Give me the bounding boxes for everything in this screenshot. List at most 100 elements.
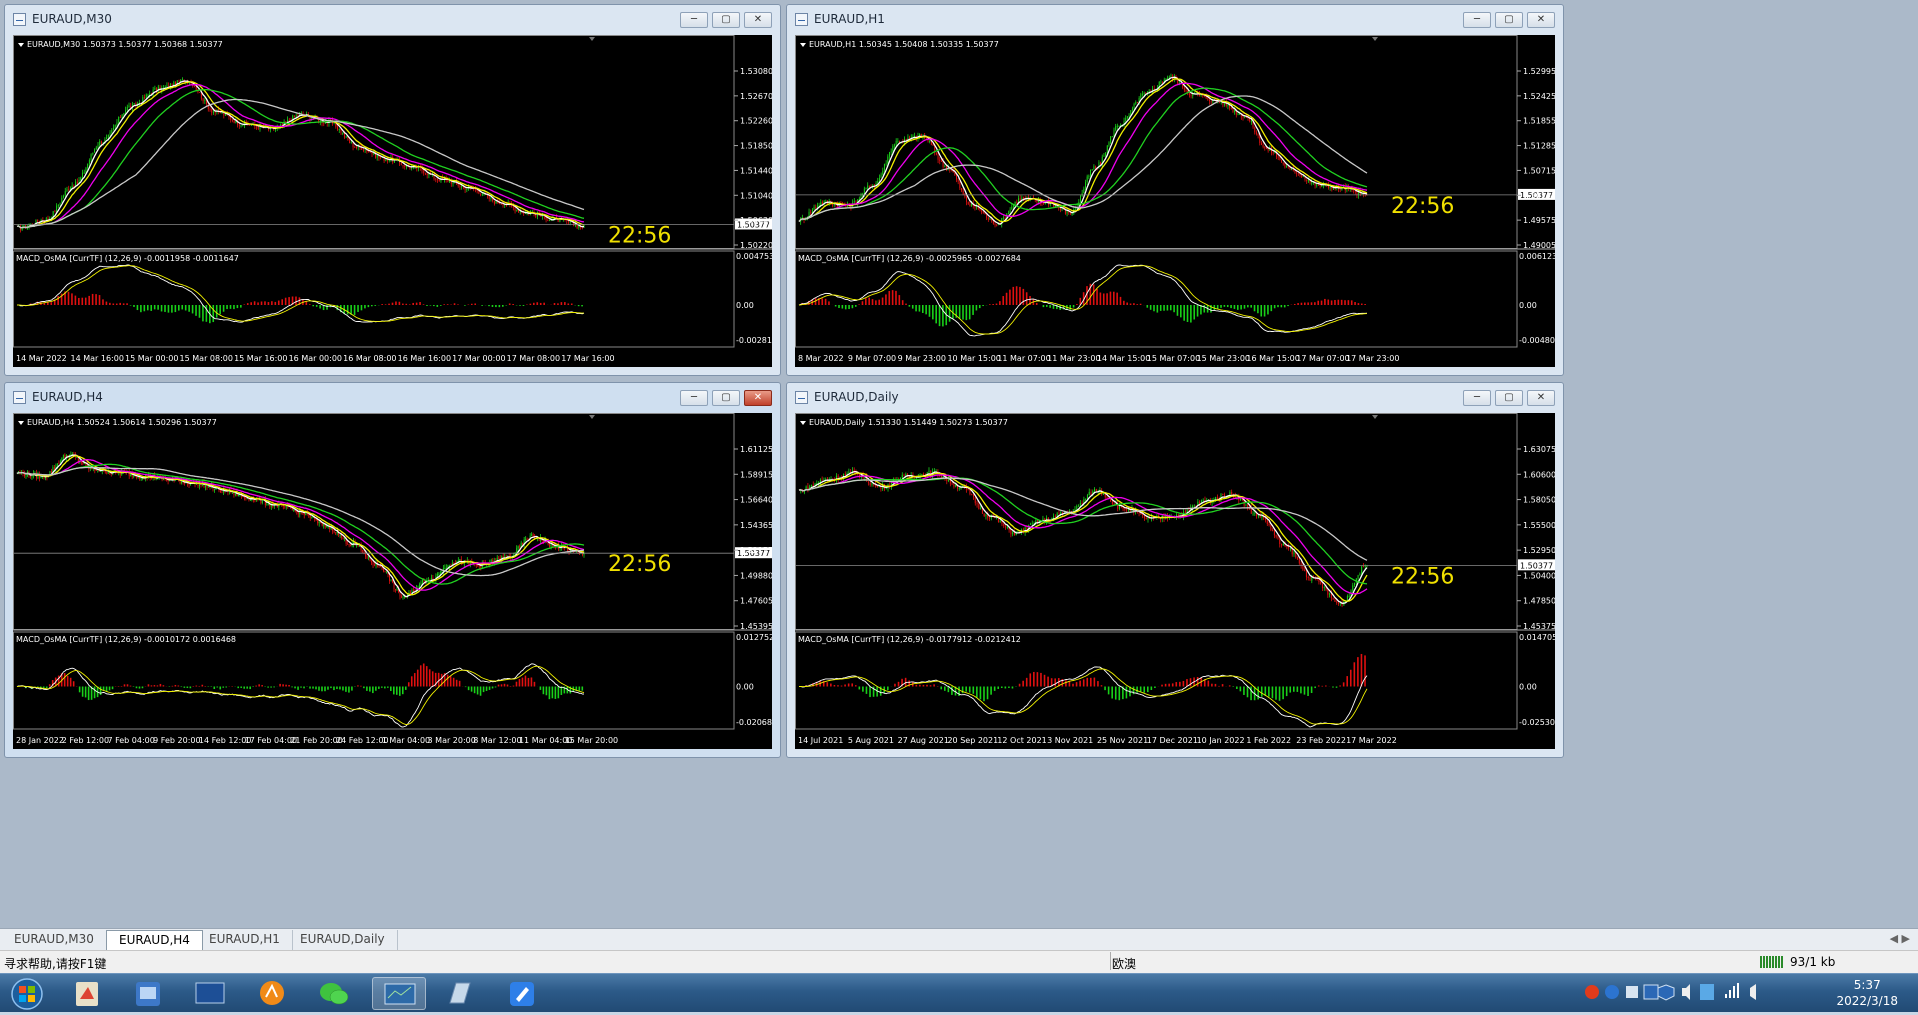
- tab-euraud-daily[interactable]: EURAUD,Daily: [288, 930, 398, 950]
- macd-bar: [909, 305, 911, 307]
- candle-body: [156, 479, 157, 480]
- macd-bar: [1012, 687, 1014, 689]
- macd-bar: [1029, 673, 1031, 686]
- candle-body: [941, 476, 942, 477]
- tab-euraud-m30[interactable]: EURAUD,M30: [2, 930, 107, 950]
- window-titlebar[interactable]: EURAUD,H4: [5, 383, 780, 411]
- macd-bar: [447, 675, 449, 687]
- taskbar-app-icon[interactable]: [496, 977, 548, 1010]
- minimize-button[interactable]: ─: [1463, 12, 1491, 28]
- chart-window-m30[interactable]: EURAUD,M30 ─▢✕ 1.5037722:56EURAUD,M30 1.…: [4, 4, 781, 376]
- chart-area[interactable]: 1.5037722:56EURAUD,M30 1.50373 1.50377 1…: [13, 35, 772, 367]
- taskbar-app-icon[interactable]: [246, 977, 298, 1010]
- metatrader-taskbar-button[interactable]: [372, 977, 426, 1010]
- candle-body: [420, 583, 421, 585]
- minimize-button[interactable]: ─: [680, 12, 708, 28]
- candle-body: [401, 163, 402, 165]
- macd-bar: [1168, 684, 1170, 687]
- candle-body: [1010, 530, 1011, 534]
- macd-bar: [270, 687, 272, 688]
- candle-body: [251, 125, 252, 126]
- candle-body: [427, 174, 428, 175]
- tray-clock-date[interactable]: 2022/3/18: [1836, 993, 1898, 1009]
- macd-bar: [969, 687, 971, 693]
- close-button[interactable]: ✕: [744, 12, 772, 28]
- collapse-triangle-icon: [800, 421, 806, 425]
- chart-window-h1[interactable]: EURAUD,H1 ─▢✕ 1.5037722:56EURAUD,H1 1.50…: [786, 4, 1564, 376]
- chart-window-daily[interactable]: EURAUD,Daily ─▢✕ 1.5037722:56EURAUD,Dail…: [786, 382, 1564, 758]
- chart-area[interactable]: 1.5037722:56EURAUD,H1 1.50345 1.50408 1.…: [795, 35, 1555, 367]
- close-button[interactable]: ✕: [1527, 12, 1555, 28]
- macd-bar: [972, 305, 974, 315]
- maximize-button[interactable]: ▢: [1495, 390, 1523, 406]
- candle-body: [503, 557, 504, 558]
- candle-body: [368, 151, 369, 152]
- macd-bar: [528, 678, 530, 687]
- ma-gray-line: [17, 100, 584, 228]
- candle-body: [891, 151, 892, 152]
- macd-bar: [1343, 682, 1345, 686]
- candle-body: [65, 191, 66, 196]
- candle-body: [882, 171, 883, 175]
- macd-bar: [240, 687, 242, 688]
- close-button[interactable]: ✕: [1527, 390, 1555, 406]
- window-titlebar[interactable]: EURAUD,M30: [5, 5, 780, 33]
- macd-bar: [516, 682, 518, 687]
- close-button[interactable]: ✕: [744, 390, 772, 406]
- chart-window-h4[interactable]: EURAUD,H4 ─▢✕ 1.5037722:56EURAUD,H4 1.50…: [4, 382, 781, 758]
- taskbar-app-icon[interactable]: [122, 977, 174, 1010]
- macd-bar: [181, 305, 183, 309]
- macd-bar: [983, 687, 985, 702]
- candle-body: [70, 454, 71, 455]
- time-axis-label: 11 Mar 23:00: [1047, 354, 1100, 363]
- macd-bar: [264, 301, 266, 305]
- candle-body: [1301, 175, 1302, 177]
- taskbar-app-icon[interactable]: [434, 977, 486, 1010]
- taskbar-app-icon[interactable]: [184, 977, 236, 1010]
- minimize-button[interactable]: ─: [680, 390, 708, 406]
- tab-scroll-arrows-icon[interactable]: ◀ ▶: [1890, 932, 1910, 945]
- macd-bar: [1344, 300, 1346, 305]
- macd-bar: [1348, 300, 1350, 305]
- symbol-ohlc-info: EURAUD,H1 1.50345 1.50408 1.50335 1.5037…: [809, 40, 999, 49]
- minimize-button[interactable]: ─: [1463, 390, 1491, 406]
- candle-body: [373, 562, 374, 564]
- candle-body: [77, 182, 78, 184]
- time-axis-label: 15 Mar 20:00: [565, 736, 618, 745]
- tray-icons[interactable]: [1578, 974, 1798, 1013]
- maximize-button[interactable]: ▢: [712, 12, 740, 28]
- macd-scale-label: 0.00: [736, 301, 754, 310]
- maximize-button[interactable]: ▢: [712, 390, 740, 406]
- macd-bar: [1054, 678, 1056, 686]
- window-titlebar[interactable]: EURAUD,H1: [787, 5, 1563, 33]
- macd-bar: [390, 687, 392, 691]
- maximize-button[interactable]: ▢: [1495, 12, 1523, 28]
- time-axis-label: 17 Mar 00:00: [452, 354, 505, 363]
- start-button[interactable]: [2, 977, 50, 1010]
- tab-euraud-h1[interactable]: EURAUD,H1: [197, 930, 293, 950]
- wechat-icon[interactable]: [308, 977, 360, 1010]
- candle-body: [250, 500, 251, 501]
- macd-bar: [1314, 302, 1316, 305]
- macd-bar: [267, 687, 269, 688]
- macd-bar: [459, 681, 461, 687]
- ma-slow-line: [17, 85, 584, 228]
- candle-body: [1278, 157, 1279, 158]
- taskbar-app-icon[interactable]: [62, 977, 114, 1010]
- macd-bar: [1324, 299, 1326, 305]
- macd-bar: [1151, 687, 1153, 691]
- macd-bar: [250, 302, 252, 305]
- price-chart-svg: 1.5037722:56EURAUD,Daily 1.51330 1.51449…: [795, 413, 1555, 749]
- tab-euraud-h4[interactable]: EURAUD,H4: [106, 930, 203, 950]
- candle-body: [1142, 514, 1143, 515]
- chart-area[interactable]: 1.5037722:56EURAUD,H4 1.50524 1.50614 1.…: [13, 413, 772, 749]
- macd-bar: [523, 305, 525, 306]
- macd-bar: [1250, 687, 1252, 701]
- window-titlebar[interactable]: EURAUD,Daily: [787, 383, 1563, 411]
- candle-body: [446, 568, 447, 569]
- candle-body: [311, 518, 312, 519]
- chart-area[interactable]: 1.5037722:56EURAUD,Daily 1.51330 1.51449…: [795, 413, 1555, 749]
- tray-clock-time[interactable]: 5:37: [1836, 977, 1898, 993]
- time-axis-label: 20 Sep 2021: [947, 736, 998, 745]
- candle-body: [502, 204, 503, 205]
